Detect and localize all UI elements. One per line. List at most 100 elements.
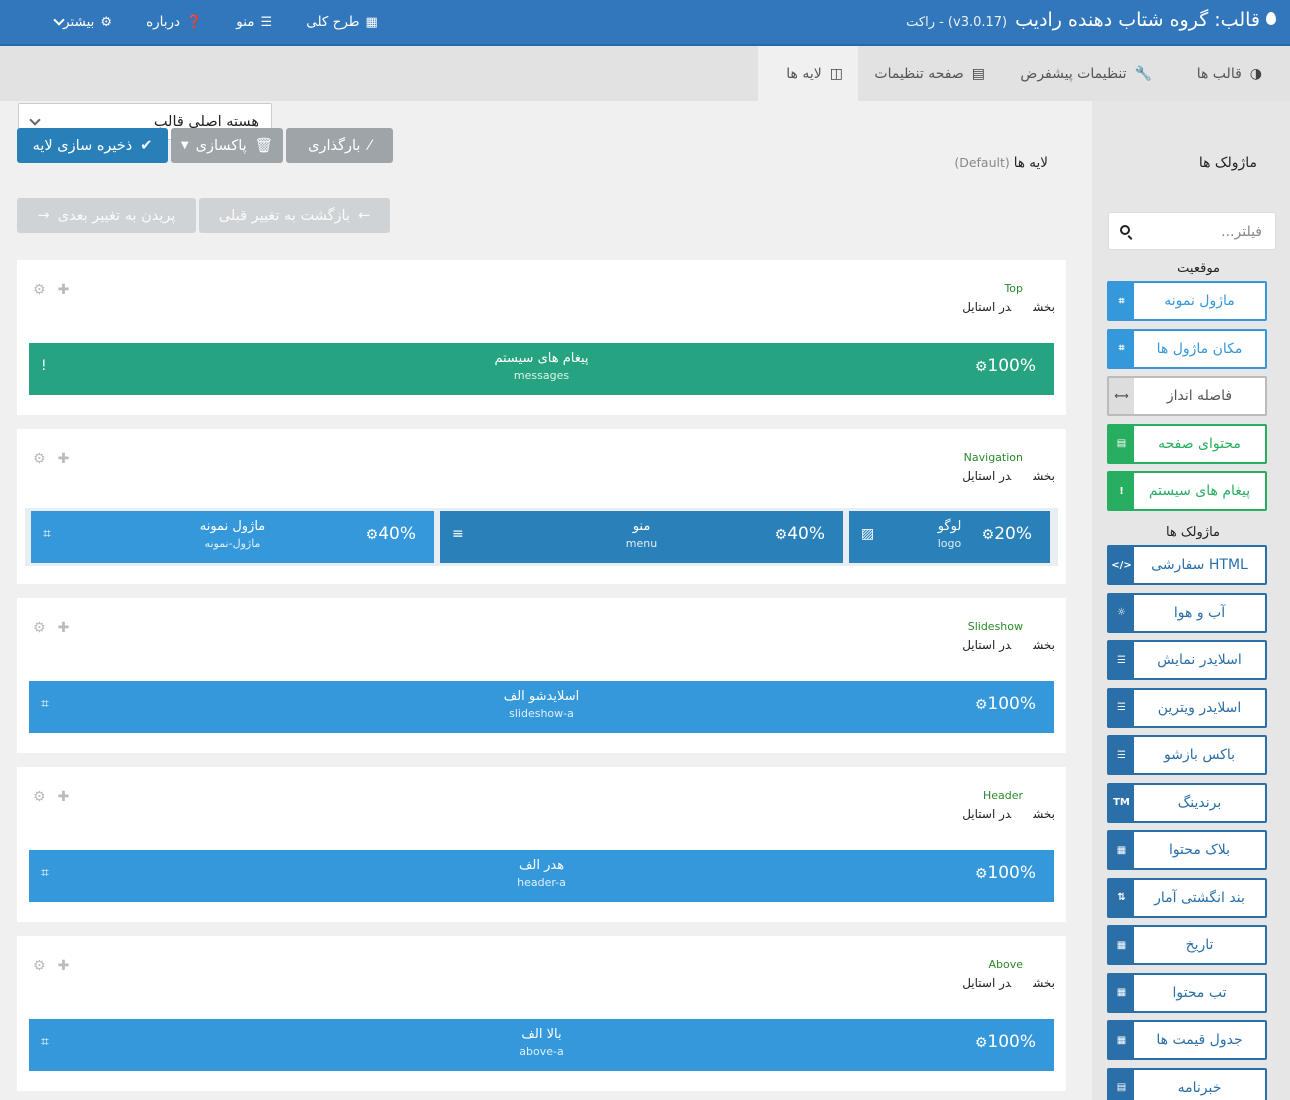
section-tools: ⚙ ✚: [33, 789, 81, 805]
particle-item[interactable]: ⟷ فاصله انداز: [1107, 376, 1267, 416]
particle-item[interactable]: ▦ تاریخ: [1107, 925, 1267, 965]
particle-item[interactable]: ☰ اسلایدر ویترین: [1107, 687, 1267, 728]
sort-icon: ⇅: [1109, 879, 1134, 916]
gear-icon[interactable]: ⚙: [33, 620, 46, 636]
layout-section: Above بخشدر استایل ⚙ ✚ ⚙100% بالا الف above-a ⌗: [17, 936, 1066, 1091]
gear-icon[interactable]: ⚙: [33, 451, 46, 467]
section-name: Above: [988, 958, 1023, 971]
particle-block[interactable]: ⚙40% منو menu ≡: [440, 511, 843, 563]
code-icon: </>: [1109, 547, 1134, 583]
particle-item[interactable]: ▦ بلاک محتوا: [1107, 830, 1267, 870]
particle-block[interactable]: ⚙20% لوگو logo ▨: [849, 511, 1050, 563]
tab-themes[interactable]: ◑ قالب ها: [1197, 46, 1262, 101]
gear-icon[interactable]: ⚙: [33, 282, 46, 298]
nav-more[interactable]: ⚙ بیشتر: [30, 0, 129, 44]
block-subtitle: messages: [513, 369, 570, 382]
filter-input[interactable]: فیلتر...: [1108, 212, 1276, 250]
layout-section: Header بخشدر استایل ⚙ ✚ ⚙100% هدر الف header-a…: [17, 767, 1066, 922]
gear-icon[interactable]: ⚙: [33, 789, 46, 805]
add-icon[interactable]: ✚: [58, 282, 70, 298]
tab-themes-label: قالب ها: [1196, 65, 1242, 82]
particle-item[interactable]: ▤ خبرنامه: [1107, 1067, 1267, 1100]
particle-item[interactable]: ⇅ بند انگشتی آمار: [1107, 877, 1267, 918]
clear-button[interactable]: 🗑 پاکسازی ▼: [171, 128, 283, 163]
add-icon[interactable]: ✚: [58, 451, 70, 467]
nav-more-label: بیشتر: [63, 14, 95, 30]
tab-defaults[interactable]: 🔧 تنظیمات پیشفرض: [1020, 46, 1152, 101]
document-icon: ▤: [1109, 425, 1134, 462]
block-title: ماژول نمونه: [199, 519, 266, 534]
particle-item-label: بند انگشتی آمار: [1154, 889, 1245, 906]
section-tools: ⚙ ✚: [33, 958, 81, 974]
nav-about[interactable]: ❓ درباره: [129, 0, 219, 44]
list-icon: ☰: [1109, 737, 1134, 773]
block-subtitle: menu: [625, 537, 658, 550]
nav-outline[interactable]: ▦ طرح کلی: [289, 0, 395, 44]
particle-block[interactable]: ⚙100% بالا الف above-a ⌗: [29, 1019, 1054, 1071]
load-button[interactable]: ⁄ بارگذاری: [286, 128, 393, 163]
gear-icon[interactable]: ⚙: [33, 958, 46, 974]
undo-button[interactable]: ← بازگشت به تغییر قبلی: [199, 198, 390, 233]
particle-item[interactable]: ⌗ ماژول نمونه: [1107, 281, 1267, 321]
particle-item[interactable]: ▤ محتوای صفحه: [1107, 423, 1267, 464]
particle-item-label: بلاک محتوا: [1168, 842, 1231, 858]
section-tools: ⚙ ✚: [33, 282, 81, 298]
particle-block[interactable]: ⚙100% هدر الف header-a ⌗: [29, 850, 1054, 902]
section-meta-section: بخش: [1033, 300, 1055, 314]
tab-page-settings[interactable]: ▤ صفحه تنظیمات: [874, 46, 985, 101]
nav-menu[interactable]: ☰ منو: [219, 0, 289, 44]
top-nav: ⚙ بیشتر ❓ درباره ☰ منو ▦ طرح کلی: [30, 0, 395, 44]
block-subtitle: header-a: [517, 876, 566, 889]
chevron-down-icon: ▼: [180, 140, 189, 151]
image-icon: ▨: [861, 526, 875, 542]
particle-item[interactable]: ☰ باکس بازشو: [1107, 735, 1267, 775]
block-subtitle: slideshow-a: [509, 707, 574, 720]
tab-layout[interactable]: ◫ لایه ها: [758, 46, 858, 101]
add-icon[interactable]: ✚: [58, 958, 70, 974]
particle-item[interactable]: ⌗ مکان ماژول ها: [1107, 328, 1267, 369]
layout-section: Slideshow بخشدر استایل ⚙ ✚ ⚙100% اسلایدشو الف…: [17, 598, 1066, 753]
particle-block[interactable]: ⚙40% ماژول نمونه ماژول-نمونه ⌗: [31, 511, 434, 563]
module-icon: ⌗: [1109, 283, 1134, 319]
particle-item[interactable]: </> HTML سفارشی: [1107, 545, 1267, 585]
check-icon: ✔: [140, 137, 153, 154]
top-bar: قالب: گروه شتاب دهنده رادیب (v3.0.17) - ر…: [0, 0, 1290, 46]
particle-item[interactable]: ▦ جدول قیمت ها: [1107, 1020, 1267, 1060]
block-title: هدر الف: [518, 858, 565, 873]
grid-row: ⚙100% هدر الف header-a ⌗: [29, 850, 1054, 902]
block-title: بالا الف: [521, 1027, 562, 1042]
particle-item-label: خبرنامه: [1177, 1079, 1222, 1096]
particle-item[interactable]: ☰ اسلایدر نمایش: [1107, 640, 1267, 680]
section-meta-style: در استایل: [962, 638, 1012, 652]
particle-item-label: محتوای صفحه: [1158, 435, 1241, 452]
add-icon[interactable]: ✚: [58, 620, 70, 636]
grid-icon: ▦: [365, 14, 378, 30]
block-title: پیغام های سیستم: [494, 351, 589, 366]
particle-item-label: اسلایدر نمایش: [1157, 652, 1242, 668]
particle-block[interactable]: ⚙100% پیغام های سیستم messages!: [29, 343, 1054, 395]
particle-item[interactable]: TM برندینگ: [1107, 782, 1267, 823]
question-icon: ❓: [186, 14, 203, 30]
particle-block[interactable]: ⚙100% اسلایدشو الف slideshow-a ⌗: [29, 681, 1054, 733]
particle-item[interactable]: ▦ تب محتوا: [1107, 972, 1267, 1013]
particle-item-label: تب محتوا: [1172, 984, 1227, 1001]
blocks-icon: ▦: [1109, 832, 1134, 868]
section-tools: ⚙ ✚: [33, 620, 81, 636]
section-meta: بخش در استایل: [962, 638, 1055, 652]
redo-button[interactable]: پریدن به تغییر بعدی →: [17, 198, 196, 233]
particle-item[interactable]: ☼ آب و هوا: [1107, 592, 1267, 633]
columns-icon: ◫: [829, 65, 843, 82]
spacer-icon: ⟷: [1109, 378, 1134, 414]
particle-item[interactable]: ! پیغام های سیستم: [1107, 471, 1267, 511]
save-layout-button[interactable]: ✔ ذخیره سازی لایه: [17, 128, 168, 163]
particle-item-label: برندینگ: [1177, 794, 1222, 811]
add-icon[interactable]: ✚: [58, 789, 70, 805]
menu-icon: ☰: [260, 14, 273, 30]
search-icon: [1120, 225, 1130, 235]
magic-icon: ⁄: [368, 137, 371, 154]
load-label: بارگذاری: [308, 137, 361, 154]
particle-item-label: تاریخ: [1185, 937, 1214, 953]
section-name: Header: [982, 789, 1023, 802]
alert-icon: !: [1109, 473, 1134, 509]
calendar-icon: ▦: [1109, 927, 1134, 963]
